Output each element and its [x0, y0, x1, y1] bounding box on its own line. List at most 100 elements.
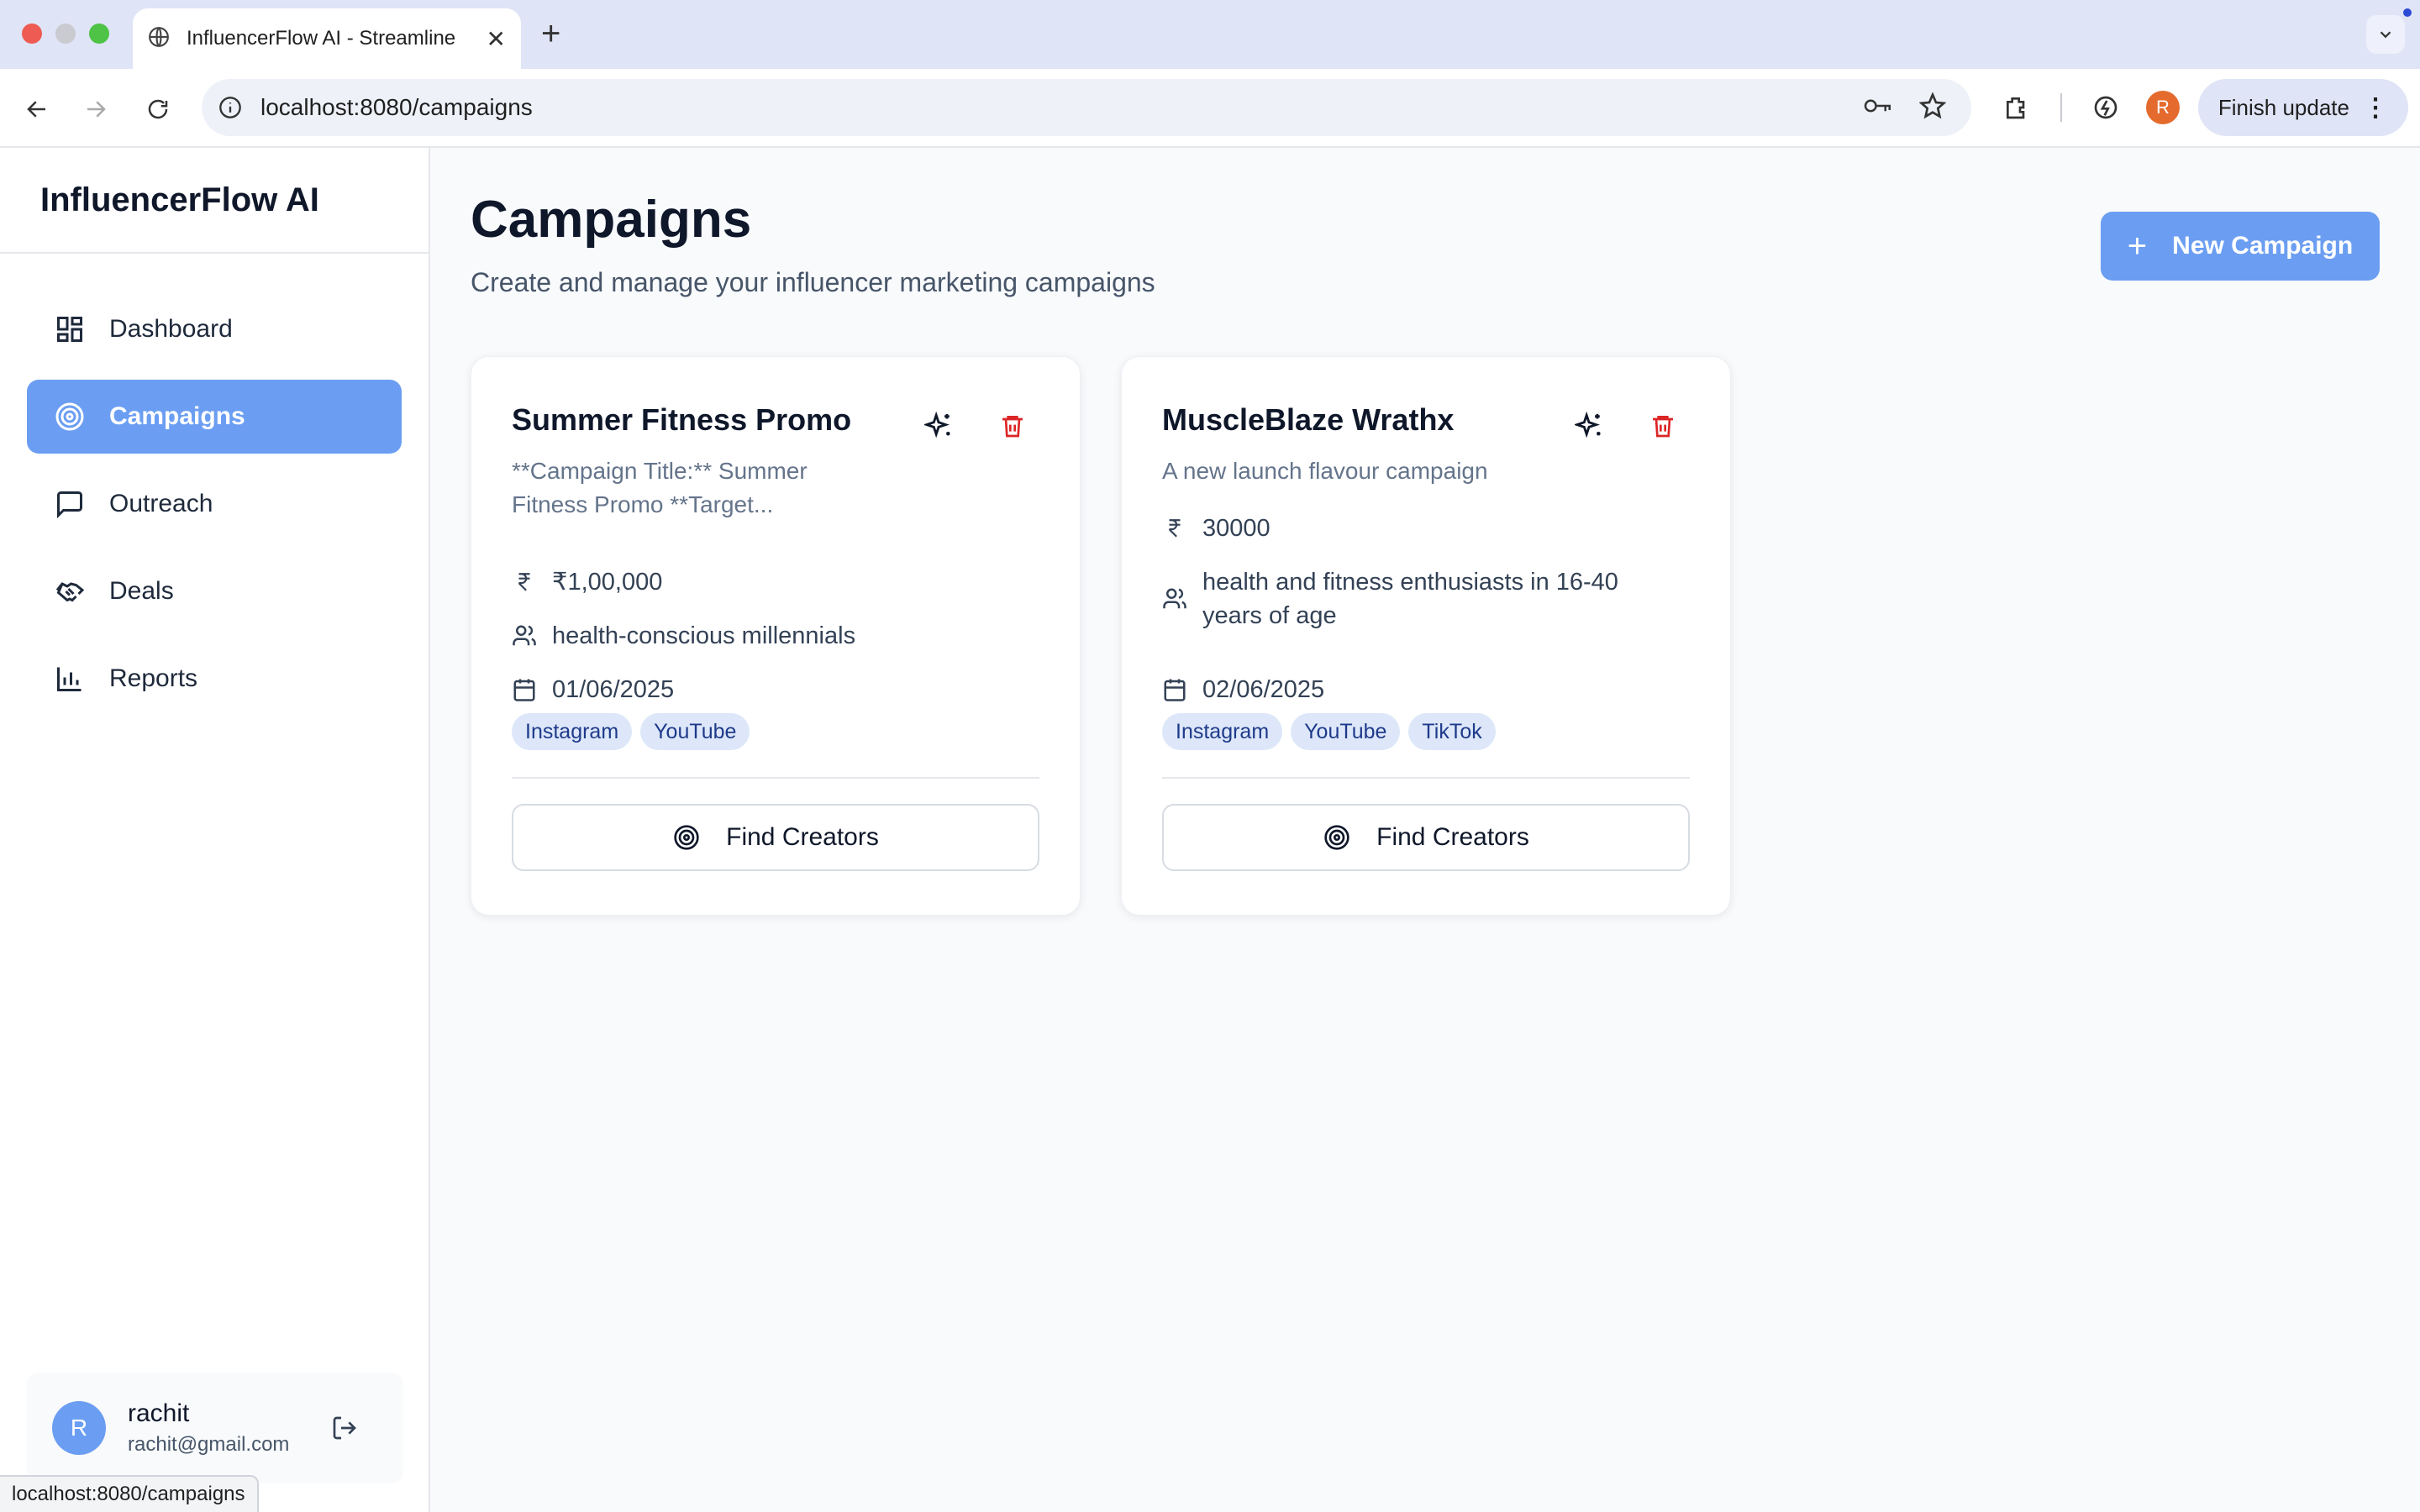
- campaign-description: A new launch flavour campaign: [1162, 458, 1488, 484]
- message-icon: [54, 488, 86, 520]
- browser-tab[interactable]: InfluencerFlow AI - Streamline ✕: [133, 8, 521, 69]
- tab-title: InfluencerFlow AI - Streamline: [187, 27, 456, 50]
- audience-value: health-conscious millennials: [552, 622, 856, 649]
- status-bar-url: localhost:8080/campaigns: [0, 1475, 259, 1512]
- budget-value: ₹1,00,000: [552, 569, 663, 596]
- bookmark-star-icon[interactable]: [1918, 92, 1947, 123]
- sparkles-icon[interactable]: [922, 409, 955, 443]
- new-campaign-button[interactable]: + New Campaign: [2101, 212, 2380, 281]
- finish-update-button[interactable]: Finish update ⋮: [2197, 79, 2408, 136]
- forward-button[interactable]: [77, 91, 114, 128]
- target-icon: [54, 401, 86, 433]
- users-icon: [512, 619, 537, 653]
- campaign-title: Summer Fitness Promo: [512, 402, 852, 437]
- toolbar-separator: [2060, 93, 2062, 122]
- campaign-audience: health-conscious millennials: [512, 619, 855, 653]
- sidebar-item-dashboard[interactable]: Dashboard: [27, 292, 402, 366]
- campaign-date: 01/06/2025: [512, 673, 674, 706]
- campaign-card[interactable]: MuscleBlaze Wrathx A new launch flavour …: [1121, 356, 1731, 916]
- user-email: rachit@gmail.com: [128, 1433, 290, 1456]
- find-creators-button[interactable]: Find Creators: [1162, 804, 1690, 871]
- sidebar-item-campaigns[interactable]: Campaigns: [27, 380, 402, 454]
- campaign-date: 02/06/2025: [1162, 673, 1324, 706]
- card-divider: [1162, 777, 1690, 779]
- url-text[interactable]: localhost:8080/campaigns: [260, 94, 533, 121]
- user-info: rachit rachit@gmail.com: [128, 1399, 289, 1457]
- sidebar-item-outreach[interactable]: Outreach: [27, 467, 402, 541]
- find-creators-label: Find Creators: [1376, 823, 1529, 851]
- handshake-icon: [54, 575, 86, 607]
- platform-tag: Instagram: [512, 713, 633, 750]
- maximize-window-button[interactable]: [89, 24, 109, 44]
- globe-icon: [148, 26, 170, 52]
- platform-tag: Instagram: [1162, 713, 1283, 750]
- avatar: R: [52, 1401, 106, 1455]
- sidebar-item-label: Outreach: [109, 490, 213, 517]
- rupee-icon: [1162, 512, 1187, 545]
- sidebar-item-label: Dashboard: [109, 315, 233, 343]
- address-bar[interactable]: localhost:8080/campaigns: [202, 79, 1971, 136]
- target-icon: [1323, 823, 1351, 852]
- bar-chart-icon: [54, 663, 86, 695]
- campaign-title: MuscleBlaze Wrathx: [1162, 402, 1455, 437]
- audience-value: health and fitness enthusiasts in 16-40 …: [1202, 569, 1618, 629]
- campaign-budget: 30000: [1162, 512, 1270, 545]
- platform-tags: Instagram YouTube: [512, 713, 750, 750]
- back-button[interactable]: [18, 91, 55, 128]
- sidebar-item-label: Reports: [109, 664, 198, 692]
- browser-toolbar: localhost:8080/campaigns R Finish update…: [0, 69, 2420, 148]
- card-divider: [512, 777, 1039, 779]
- new-tab-button[interactable]: +: [541, 15, 560, 53]
- sidebar: InfluencerFlow AI Dashboard Campaigns Ou…: [0, 148, 430, 1512]
- password-key-icon[interactable]: [1862, 93, 1894, 123]
- tab-search-button[interactable]: [2366, 15, 2405, 54]
- campaign-budget: ₹1,00,000: [512, 565, 662, 599]
- campaign-card[interactable]: Summer Fitness Promo **Campaign Title:**…: [471, 356, 1081, 916]
- logout-icon[interactable]: [328, 1411, 361, 1445]
- find-creators-button[interactable]: Find Creators: [512, 804, 1039, 871]
- rupee-icon: [512, 565, 537, 599]
- card-actions: [922, 409, 1029, 443]
- platform-tag: TikTok: [1408, 713, 1496, 750]
- more-menu-icon: ⋮: [2363, 93, 2388, 122]
- sidebar-item-reports[interactable]: Reports: [27, 642, 402, 716]
- extensions-icon[interactable]: [1998, 89, 2035, 126]
- date-value: 01/06/2025: [552, 676, 675, 703]
- campaign-description: **Campaign Title:** Summer Fitness Promo…: [512, 458, 808, 517]
- user-name: rachit: [128, 1399, 190, 1427]
- performance-icon[interactable]: [2087, 89, 2124, 126]
- find-creators-label: Find Creators: [726, 823, 879, 851]
- notification-dot: [2403, 8, 2412, 17]
- browser-tab-bar: InfluencerFlow AI - Streamline ✕ +: [0, 0, 2420, 69]
- trash-icon[interactable]: [996, 409, 1029, 443]
- users-icon: [1162, 565, 1187, 633]
- brand-title: InfluencerFlow AI: [0, 148, 429, 254]
- page-subtitle: Create and manage your influencer market…: [471, 267, 1155, 297]
- sidebar-item-label: Campaigns: [109, 402, 245, 430]
- calendar-icon: [512, 673, 537, 706]
- trash-icon[interactable]: [1646, 409, 1680, 443]
- profile-avatar[interactable]: R: [2145, 91, 2180, 124]
- sparkles-icon[interactable]: [1572, 409, 1606, 443]
- budget-value: 30000: [1202, 515, 1270, 542]
- new-campaign-label: New Campaign: [2172, 232, 2354, 260]
- sidebar-item-label: Deals: [109, 577, 174, 605]
- tab-close-icon[interactable]: ✕: [487, 25, 506, 53]
- close-window-button[interactable]: [22, 24, 42, 44]
- site-info-icon[interactable]: [215, 92, 245, 123]
- card-actions: [1572, 409, 1680, 443]
- platform-tag: YouTube: [1291, 713, 1401, 750]
- main-content: Campaigns Create and manage your influen…: [430, 148, 2420, 1512]
- user-profile-card: R rachit rachit@gmail.com: [27, 1373, 403, 1483]
- calendar-icon: [1162, 673, 1187, 706]
- finish-update-label: Finish update: [2217, 94, 2349, 120]
- target-icon: [672, 823, 701, 852]
- plus-icon: +: [2127, 227, 2148, 265]
- platform-tags: Instagram YouTube TikTok: [1162, 713, 1496, 750]
- dashboard-icon: [54, 313, 86, 345]
- platform-tag: YouTube: [640, 713, 750, 750]
- reload-button[interactable]: [139, 91, 176, 128]
- sidebar-item-deals[interactable]: Deals: [27, 554, 402, 628]
- date-value: 02/06/2025: [1202, 676, 1325, 703]
- minimize-window-button[interactable]: [55, 24, 76, 44]
